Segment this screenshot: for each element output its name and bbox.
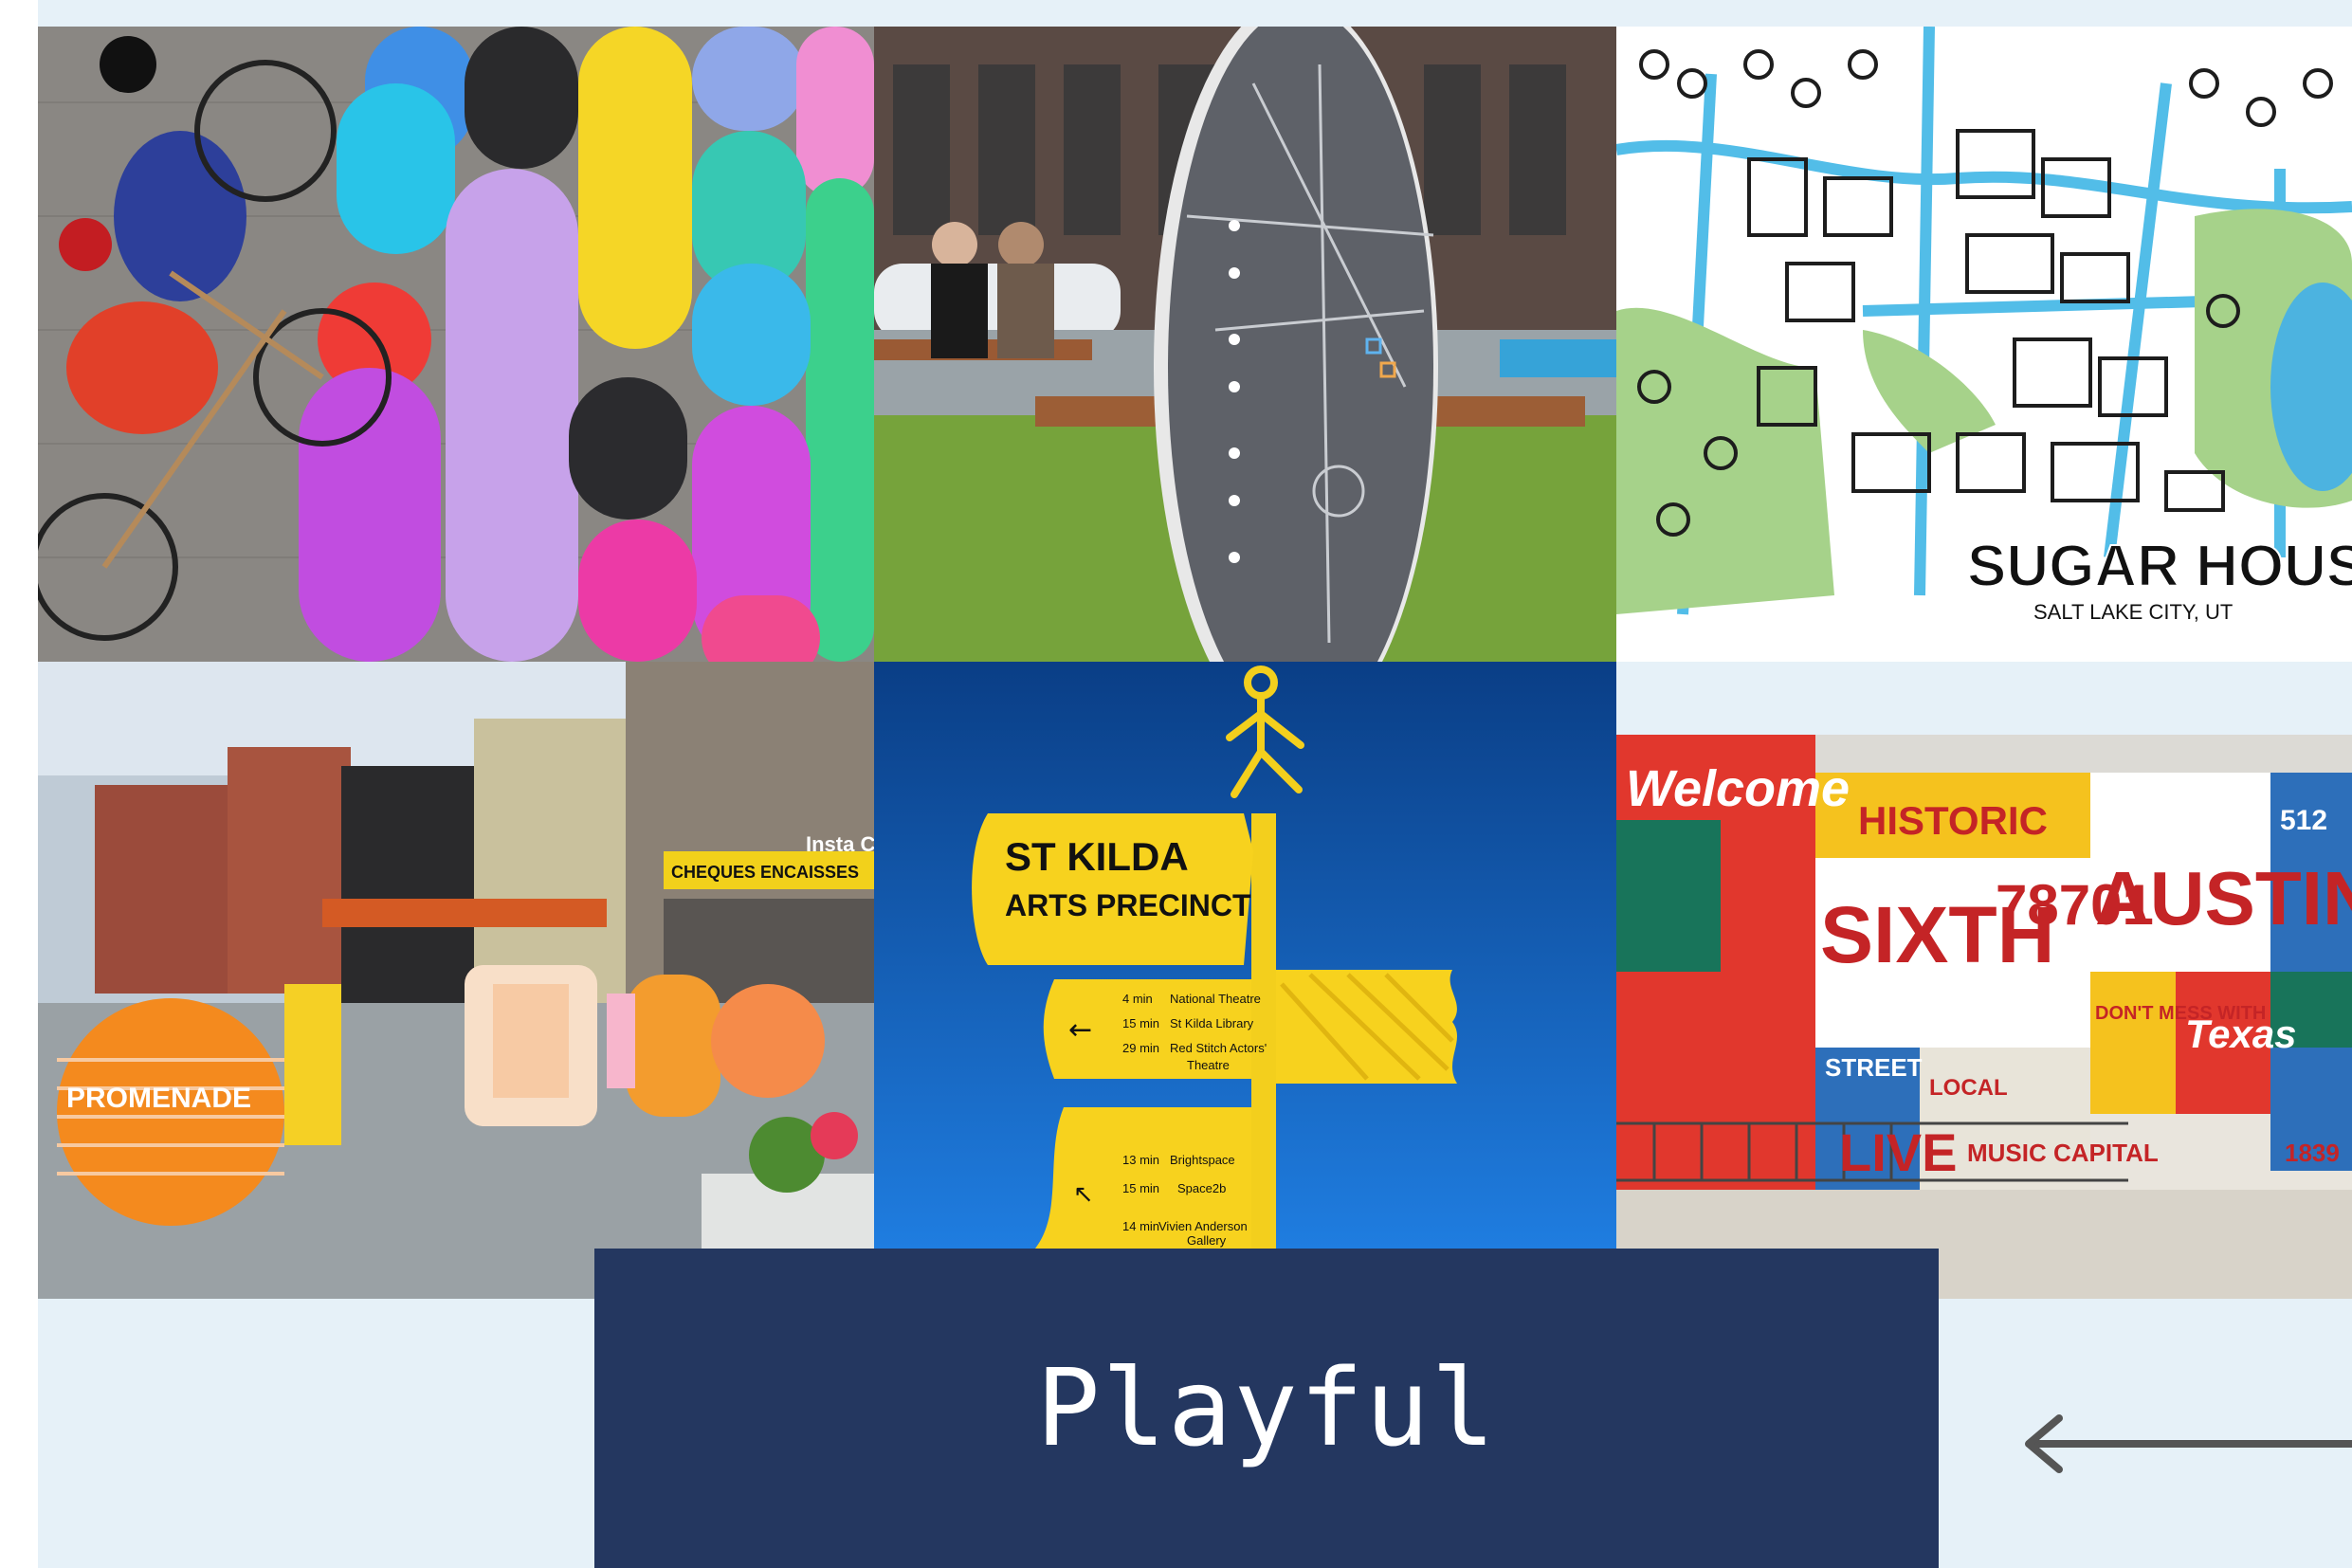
sign-bottom-time-0: 13 min xyxy=(1122,1153,1159,1167)
sign-top-place-3: Theatre xyxy=(1187,1058,1230,1072)
svg-text:←: ← xyxy=(1068,1013,1092,1047)
svg-text:↖: ↖ xyxy=(1073,1180,1094,1209)
sign-bottom-place-0: Brightspace xyxy=(1170,1153,1235,1167)
photo-illustrated-map: SUGAR HOUSE SALT LAKE CITY, UT xyxy=(1616,27,2352,662)
sign-bottom-place-3: Gallery xyxy=(1187,1233,1227,1248)
sign-top-time-0: 4 min xyxy=(1122,992,1153,1006)
sign-title-line1: ST KILDA xyxy=(1005,834,1189,879)
promenade-label: PROMENADE xyxy=(66,1083,251,1114)
map-subtitle: SALT LAKE CITY, UT xyxy=(2033,600,2233,624)
map-title: SUGAR HOUSE xyxy=(1967,534,2352,599)
mural-live: LIVE xyxy=(1839,1122,1957,1182)
mural-music: MUSIC CAPITAL xyxy=(1967,1139,2159,1167)
photo-austin-mural: Welcome HISTORIC SIXTH 78701 AUSTIN 512 … xyxy=(1616,735,2352,1299)
mural-year: 1839 xyxy=(2285,1139,2340,1167)
slide-canvas: SUGAR HOUSE SALT LAKE CITY, UT xyxy=(38,0,2352,1568)
left-arrow-icon xyxy=(2025,1414,2352,1473)
sign-top-time-1: 15 min xyxy=(1122,1016,1159,1030)
shop-label: Insta Chèques xyxy=(806,832,874,856)
photo-painted-crosswalk xyxy=(38,27,874,662)
sign-top-place-0: National Theatre xyxy=(1170,992,1261,1006)
mural-local: LOCAL xyxy=(1929,1075,2008,1101)
sign-bottom-time-2: 14 min xyxy=(1122,1219,1159,1233)
mural-welcome: Welcome xyxy=(1626,760,1850,817)
sign-title-line2: ARTS PRECINCT xyxy=(1005,888,1251,922)
sign-bottom-time-1: 15 min xyxy=(1122,1181,1159,1195)
caption-box: Playful xyxy=(594,1249,1939,1568)
mural-street: STREET xyxy=(1825,1053,1923,1082)
sign-bottom-place-1: Space2b xyxy=(1177,1181,1226,1195)
back-arrow-button[interactable] xyxy=(2010,1411,2352,1477)
storefront-label: CHEQUES ENCAISSES xyxy=(671,863,859,882)
photo-promenade-street: PROMENADE CHEQUES ENCAISSES Insta Chèque… xyxy=(38,662,874,1299)
sign-top-place-2: Red Stitch Actors' xyxy=(1170,1041,1267,1055)
sign-bottom-place-2: Vivien Anderson xyxy=(1158,1219,1248,1233)
mural-historic: HISTORIC xyxy=(1858,798,2048,843)
photo-st-kilda-sign: ST KILDA ARTS PRECINCT ← 4 min National … xyxy=(874,662,1616,1249)
mural-texas: Texas xyxy=(2185,1012,2297,1056)
sign-top-time-2: 29 min xyxy=(1122,1041,1159,1055)
mural-austin: AUSTIN xyxy=(2095,856,2352,940)
mural-num: 512 xyxy=(2280,805,2327,836)
slide: SUGAR HOUSE SALT LAKE CITY, UT xyxy=(0,0,2352,1568)
caption-title: Playful xyxy=(1035,1346,1497,1470)
sign-top-place-1: St Kilda Library xyxy=(1170,1016,1254,1030)
photo-oval-map-sign xyxy=(874,27,1616,662)
